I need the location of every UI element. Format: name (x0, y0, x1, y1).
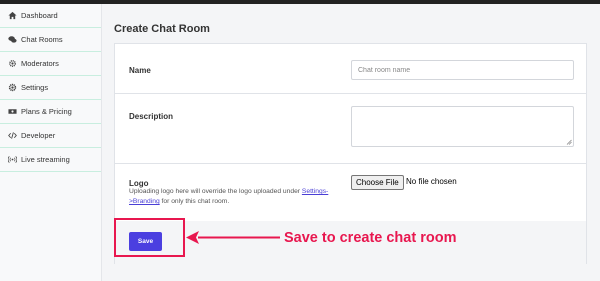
sidebar-item-moderators[interactable]: Moderators (0, 52, 101, 76)
code-icon (7, 131, 17, 141)
arrow-left-icon (186, 231, 280, 244)
description-row: Description (115, 94, 586, 164)
logo-help-suffix: for only this chat room. (159, 198, 230, 205)
name-label: Name (129, 66, 151, 75)
sidebar-item-label: Developer (21, 131, 56, 140)
logo-row: Logo Uploading logo here will override t… (115, 164, 586, 221)
users-gear-icon (7, 59, 17, 69)
sidebar-item-label: Dashboard (21, 11, 58, 20)
annotation-callout: Save to create chat room (284, 230, 457, 246)
description-label: Description (129, 112, 174, 121)
broadcast-icon (7, 155, 17, 165)
sidebar-item-developer[interactable]: Developer (0, 124, 101, 148)
money-icon (7, 107, 17, 117)
file-status: No file chosen (406, 177, 457, 186)
resize-grip-icon[interactable] (566, 139, 572, 145)
sidebar-item-live-streaming[interactable]: Live streaming (0, 148, 101, 172)
sidebar-item-label: Settings (21, 83, 49, 92)
sidebar-item-label: Moderators (21, 59, 59, 68)
choose-file-button[interactable]: Choose File (351, 175, 404, 190)
description-textarea[interactable] (351, 106, 574, 147)
gear-icon (7, 83, 17, 93)
logo-help-text: Uploading logo here will override the lo… (129, 187, 354, 207)
sidebar-item-label: Live streaming (21, 155, 70, 164)
sidebar-item-chat-rooms[interactable]: Chat Rooms (0, 28, 101, 52)
chat-icon (7, 35, 17, 45)
sidebar-item-label: Chat Rooms (21, 35, 63, 44)
logo-help-prefix: Uploading logo here will override the lo… (129, 188, 302, 195)
sidebar-item-settings[interactable]: Settings (0, 76, 101, 100)
chat-room-name-input[interactable] (351, 60, 574, 80)
sidebar-item-dashboard[interactable]: Dashboard (0, 4, 101, 28)
sidebar-item-plans-pricing[interactable]: Plans & Pricing (0, 100, 101, 124)
name-row: Name (115, 44, 586, 94)
home-icon (7, 11, 17, 21)
sidebar-item-label: Plans & Pricing (21, 107, 72, 116)
save-highlight-box (114, 218, 185, 257)
page-title: Create Chat Room (114, 23, 210, 35)
sidebar: Dashboard Chat Rooms Moderators Settings… (0, 4, 102, 281)
